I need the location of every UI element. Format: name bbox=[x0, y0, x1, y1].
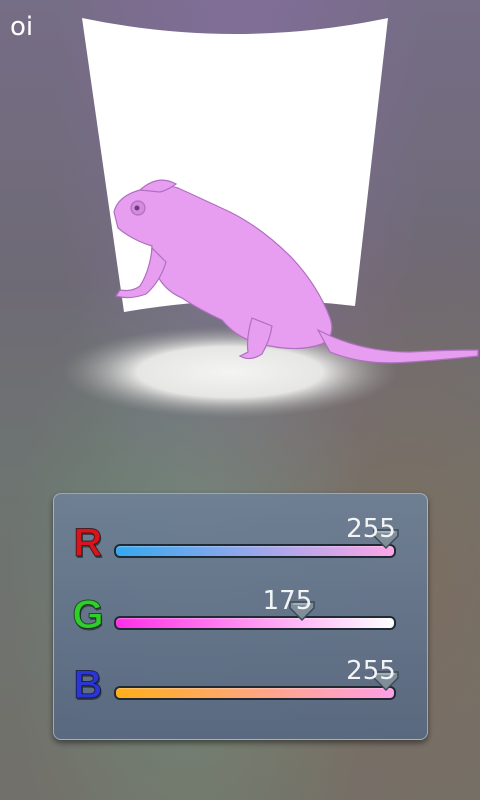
blue-slider-row: B 255 bbox=[54, 656, 427, 716]
red-slider-thumb[interactable]: 255 bbox=[346, 514, 401, 550]
blue-slider-track[interactable] bbox=[114, 686, 396, 700]
green-value: 175 bbox=[262, 586, 313, 616]
rgb-control-panel: R 255 G 175 B 255 bbox=[53, 493, 428, 740]
3d-scene[interactable] bbox=[0, 0, 480, 480]
green-slider-thumb[interactable]: 175 bbox=[263, 586, 317, 622]
green-label: G bbox=[72, 593, 104, 638]
blue-value: 255 bbox=[346, 656, 396, 686]
red-value: 255 bbox=[346, 514, 396, 544]
red-slider-track[interactable] bbox=[114, 544, 396, 558]
spotlight-floor bbox=[62, 326, 398, 418]
blue-slider-thumb[interactable]: 255 bbox=[346, 656, 401, 692]
red-slider-row: R 255 bbox=[54, 514, 427, 574]
green-slider-track[interactable] bbox=[114, 616, 396, 630]
green-slider-row: G 175 bbox=[54, 586, 427, 646]
blue-label: B bbox=[73, 663, 103, 708]
red-label: R bbox=[73, 521, 103, 566]
